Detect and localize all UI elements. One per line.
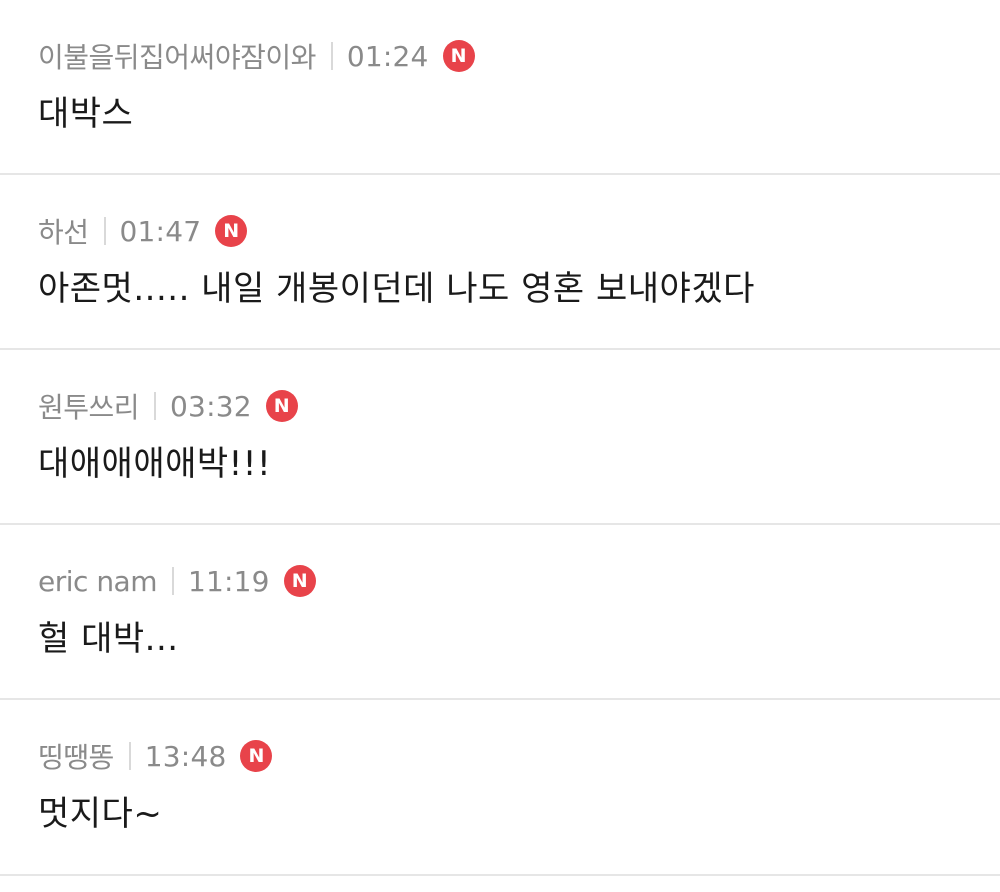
meta-divider: [103, 217, 106, 245]
new-badge-icon: N: [283, 565, 316, 597]
comment-author[interactable]: eric nam: [38, 565, 158, 598]
meta-divider: [128, 742, 131, 770]
comment-text: 대박스: [38, 94, 134, 134]
new-badge-icon: N: [240, 740, 273, 772]
comment-author[interactable]: 원투쓰리: [38, 386, 140, 426]
meta-divider: [172, 567, 174, 595]
comment-meta: 하선 01:47 N: [38, 211, 248, 251]
comment-author[interactable]: 띵땡똥: [38, 736, 114, 776]
meta-divider: [330, 42, 333, 70]
new-badge-icon: N: [265, 390, 298, 422]
comment-author[interactable]: 하선: [38, 211, 89, 251]
comment-time: 03:32: [170, 389, 252, 423]
comment-meta: eric nam 11:19 N: [38, 561, 316, 601]
comment-meta: 띵땡똥 13:48 N: [38, 736, 273, 776]
comment-text: 멋지다~: [38, 794, 163, 834]
comment-item: 띵땡똥 13:48 N 멋지다~: [0, 700, 1000, 876]
comment-time: 11:19: [188, 564, 270, 598]
comment-meta: 이불을뒤집어써야잠이와 01:24 N: [38, 36, 475, 76]
comment-text: 헐 대박...: [38, 619, 179, 659]
comment-list: 이불을뒤집어써야잠이와 01:24 N 대박스 하선 01:47 N 아존멋..…: [0, 0, 1000, 876]
comment-text: 대애애애애박!!!: [38, 444, 272, 484]
meta-divider: [154, 392, 157, 420]
new-badge-icon: N: [215, 215, 248, 247]
comment-time: 01:24: [346, 39, 429, 73]
comment-meta: 원투쓰리 03:32 N: [38, 386, 298, 426]
comment-author[interactable]: 이불을뒤집어써야잠이와: [38, 36, 316, 76]
comment-item: eric nam 11:19 N 헐 대박...: [0, 525, 1000, 700]
comment-time: 01:47: [119, 214, 202, 248]
comment-item: 하선 01:47 N 아존멋..... 내일 개봉이던데 나도 영혼 보내야겠다: [0, 175, 1000, 350]
comment-item: 이불을뒤집어써야잠이와 01:24 N 대박스: [0, 0, 1000, 175]
comment-time: 13:48: [144, 739, 227, 773]
comment-item: 원투쓰리 03:32 N 대애애애애박!!!: [0, 350, 1000, 525]
comment-text: 아존멋..... 내일 개봉이던데 나도 영혼 보내야겠다: [38, 269, 755, 309]
new-badge-icon: N: [442, 40, 475, 72]
